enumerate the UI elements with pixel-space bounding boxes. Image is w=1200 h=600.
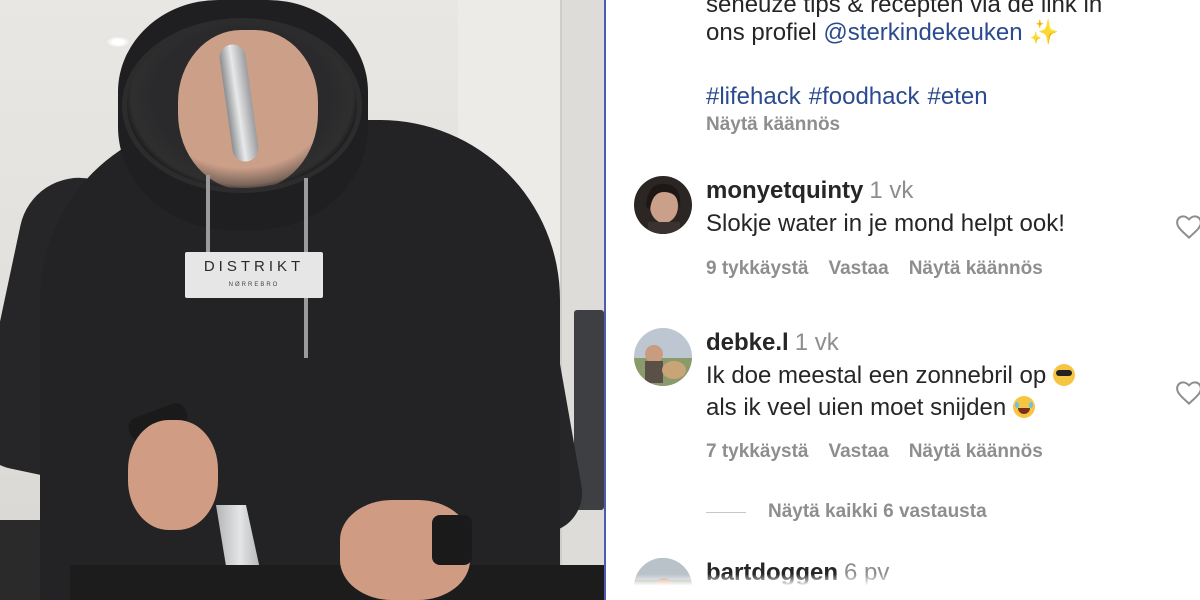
comment-item: debke.l 1 vk Ik doe meestal een zonnebril… [634, 328, 1200, 488]
caption-partial-line: seneuze tips & recepten via de link in [706, 0, 1103, 18]
comment-username[interactable]: monyetquinty [706, 177, 863, 204]
comment-text: Slokje water in je mond helpt ook! [706, 210, 1065, 237]
comment-header: monyetquinty 1 vk [706, 176, 913, 206]
comment-item: monyetquinty 1 vk Slokje water in je mond… [634, 176, 1200, 286]
comment-likes-count[interactable]: 7 tykkäystä [706, 441, 808, 462]
comment-header: debke.l 1 vk [706, 328, 839, 358]
heart-icon[interactable] [1174, 212, 1200, 242]
comment-text: Ik doe meestal een zonnebril op als ik v… [706, 360, 1126, 424]
wristwatch [432, 515, 472, 565]
sparkles-emoji: ✨ [1029, 19, 1060, 46]
comments-panel[interactable]: seneuze tips & recepten via de link in o… [606, 0, 1200, 600]
laughing-tears-emoji [1012, 396, 1035, 418]
view-replies-label: Näytä kaikki 6 vastausta [768, 501, 987, 522]
comment-text-line: als ik veel uien moet snijden [706, 394, 1007, 421]
post-media[interactable]: DISTRIKT NØRREBRO [0, 0, 604, 600]
view-replies-button[interactable]: Näytä kaikki 6 vastausta [706, 501, 987, 523]
heart-icon[interactable] [1174, 378, 1200, 408]
caption-translate-link[interactable]: Näytä käännös [706, 114, 840, 136]
hashtag-link[interactable]: #lifehack [706, 83, 801, 110]
comment-username[interactable]: debke.l [706, 329, 789, 356]
comment-reply-button[interactable]: Vastaa [828, 258, 888, 279]
sunglasses-emoji [1052, 364, 1075, 386]
comment-actions: 7 tykkäystä Vastaa Näytä käännös [706, 441, 1063, 463]
commenter-avatar[interactable] [634, 328, 692, 386]
countertop-front [70, 565, 604, 600]
person-left-hand [128, 420, 218, 530]
hashtag-link[interactable]: #foodhack [809, 83, 920, 110]
caption-hashtags: #lifehack #foodhack #eten [706, 82, 996, 112]
commenter-avatar[interactable] [634, 176, 692, 234]
comment-timestamp[interactable]: 1 vk [795, 329, 839, 356]
comment-likes-count[interactable]: 9 tykkäystä [706, 258, 808, 279]
ceiling-light [105, 36, 131, 48]
comment-reply-button[interactable]: Vastaa [828, 441, 888, 462]
comment-translate-link[interactable]: Näytä käännös [909, 258, 1043, 279]
scroll-fade [606, 574, 1200, 600]
comment-translate-link[interactable]: Näytä käännös [909, 441, 1043, 462]
caption-text: ons profiel [706, 19, 817, 46]
caption-mention-link[interactable]: @sterkindekeuken [823, 19, 1022, 46]
hashtag-link[interactable]: #eten [928, 83, 988, 110]
caption-line: ons profiel @sterkindekeuken ✨ [706, 18, 1059, 48]
comment-actions: 9 tykkäystä Vastaa Näytä käännös [706, 258, 1063, 280]
comment-timestamp[interactable]: 1 vk [869, 177, 913, 204]
replies-divider-line [706, 511, 746, 513]
hoodie-logo-text: DISTRIKT [203, 258, 305, 275]
hoodie-logo-subtext: NØRREBRO [228, 282, 280, 288]
comment-text-line: Ik doe meestal een zonnebril op [706, 362, 1047, 389]
